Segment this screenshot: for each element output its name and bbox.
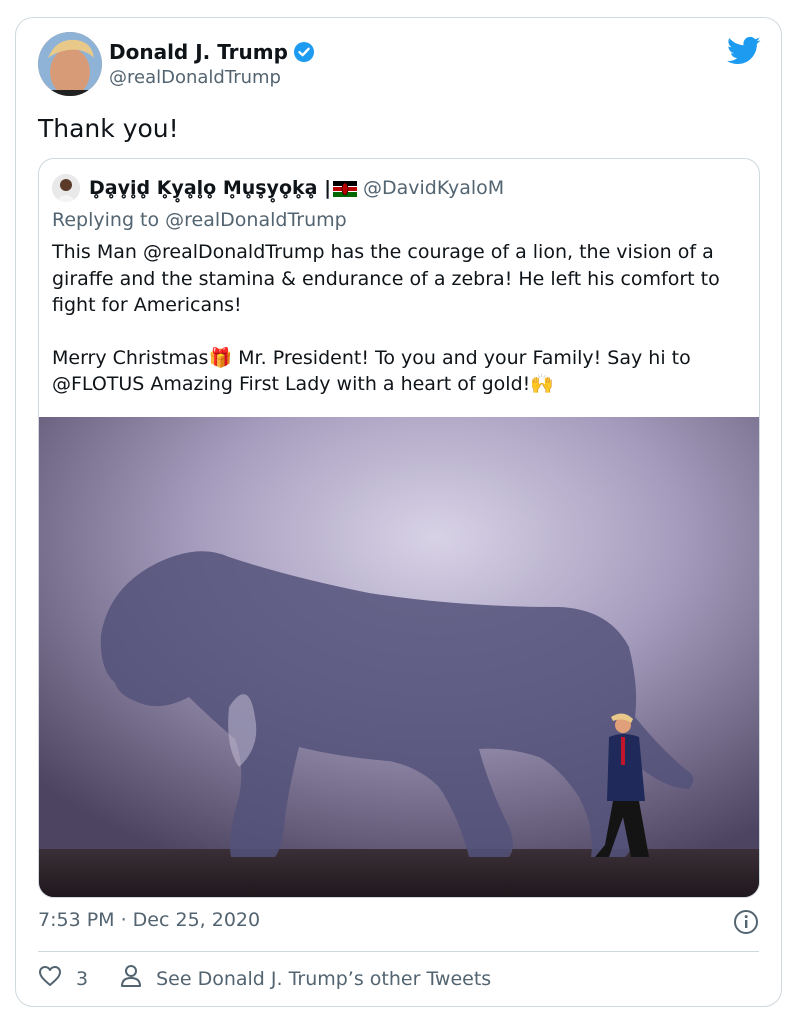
quoted-tweet-header: D̥ḁv̥i̥d̥ K̥y̥ḁl̥o̥ M̥u̥s̥y̥o̥k̥ḁ | @Dav… — [52, 174, 504, 202]
quoted-author-handle[interactable]: @DavidKyaloM — [363, 177, 504, 199]
quoted-paragraph-2: Merry Christmas🎁 Mr. President! To you a… — [52, 346, 691, 396]
tweet-actions: 3 See Donald J. Trump’s other Tweets — [38, 964, 491, 993]
footer-divider — [38, 951, 759, 952]
heart-icon — [38, 965, 62, 992]
verified-badge-icon — [293, 41, 315, 63]
quoted-paragraph-1: This Man @realDonaldTrump has the courag… — [52, 241, 720, 316]
person-icon — [120, 964, 142, 993]
kenya-flag-emoji — [333, 180, 358, 197]
see-other-tweets-link[interactable]: See Donald J. Trump’s other Tweets — [120, 964, 491, 993]
like-count: 3 — [76, 967, 89, 990]
author-handle[interactable]: @realDonaldTrump — [109, 67, 281, 88]
like-button[interactable]: 3 — [38, 965, 88, 992]
author-name-row: Donald J. Trump — [109, 40, 315, 64]
info-icon[interactable] — [733, 909, 759, 935]
tweet-embed-card: Donald J. Trump @realDonaldTrump Thank y… — [15, 17, 782, 1007]
author-avatar[interactable] — [38, 32, 102, 96]
quoted-author-name[interactable]: D̥ḁv̥i̥d̥ K̥y̥ḁl̥o̥ M̥u̥s̥y̥o̥k̥ḁ | — [89, 177, 331, 199]
twitter-bird-icon[interactable] — [727, 36, 761, 66]
tweet-timestamp[interactable]: 7:53 PM · Dec 25, 2020 — [38, 909, 260, 931]
see-other-tweets-label: See Donald J. Trump’s other Tweets — [156, 967, 492, 990]
tweet-text: Thank you! — [38, 114, 179, 143]
quoted-tweet[interactable]: D̥ḁv̥i̥d̥ K̥y̥ḁl̥o̥ M̥u̥s̥y̥o̥k̥ḁ | @Dav… — [38, 158, 760, 898]
replying-to[interactable]: Replying to @realDonaldTrump — [52, 209, 347, 231]
quoted-tweet-body: This Man @realDonaldTrump has the courag… — [52, 239, 742, 398]
lion-shadow-photo[interactable] — [39, 417, 759, 897]
quoted-author-avatar[interactable] — [52, 174, 80, 202]
author-name[interactable]: Donald J. Trump — [109, 40, 288, 64]
